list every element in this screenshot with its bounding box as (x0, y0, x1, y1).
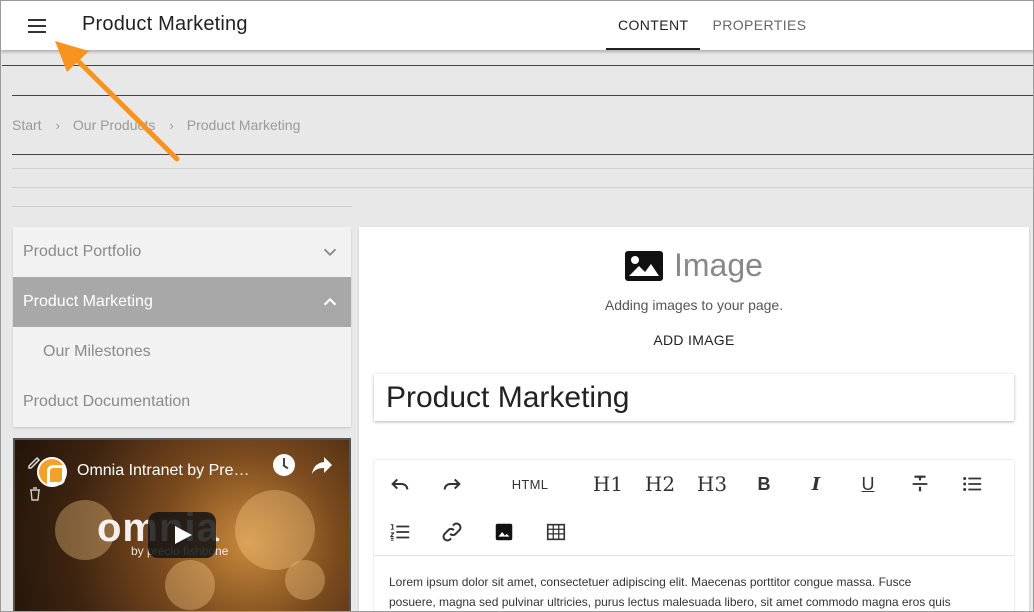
video-title[interactable]: Omnia Intranet by Pre… (77, 462, 250, 480)
image-block-title: Image (674, 247, 763, 283)
strikethrough-icon[interactable] (904, 468, 936, 500)
nav-item-label: Our Milestones (43, 343, 151, 360)
video-embed[interactable]: Omnia Intranet by Pre… omnia by precio f… (13, 438, 351, 611)
numbered-list-icon[interactable] (384, 516, 416, 548)
page-title-input[interactable]: Product Marketing (374, 374, 1014, 421)
editor-paragraph-line: Lorem ipsum dolor sit amet, consectetuer… (389, 575, 912, 589)
chevron-down-icon[interactable] (319, 241, 341, 263)
divider (12, 206, 352, 207)
breadcrumb-our-products[interactable]: Our Products (73, 117, 155, 133)
nav-item-product-portfolio[interactable]: Product Portfolio (13, 227, 351, 277)
bullet-list-icon[interactable] (956, 468, 988, 500)
italic-button[interactable]: I (800, 468, 832, 500)
underline-button[interactable]: U (852, 468, 884, 500)
divider (12, 95, 1033, 96)
left-navigation: Product Portfolio Product Marketing Our … (13, 227, 351, 427)
breadcrumb-start[interactable]: Start (12, 117, 42, 133)
tab-properties[interactable]: PROPERTIES (700, 1, 818, 50)
link-icon[interactable] (436, 516, 468, 548)
nav-item-label: Product Portfolio (23, 243, 142, 260)
content-panel: Image Adding images to your page. ADD IM… (359, 227, 1029, 611)
nav-item-our-milestones[interactable]: Our Milestones (13, 327, 351, 377)
nav-item-product-marketing[interactable]: Product Marketing (13, 277, 351, 327)
divider (2, 65, 1033, 66)
channel-logo (37, 457, 67, 487)
editor-content[interactable]: Lorem ipsum dolor sit amet, consectetuer… (389, 572, 1009, 611)
divider (12, 168, 1033, 169)
tab-bar: CONTENT PROPERTIES (606, 1, 818, 50)
hamburger-menu-icon[interactable] (26, 15, 50, 37)
app-window: Product Marketing CONTENT PROPERTIES Sta… (0, 0, 1034, 612)
watch-later-icon[interactable] (273, 454, 295, 476)
chevron-right-icon: › (169, 117, 174, 133)
chevron-up-icon[interactable] (319, 291, 341, 313)
play-button[interactable] (148, 512, 216, 558)
chevron-right-icon: › (55, 117, 60, 133)
undo-icon[interactable] (384, 468, 416, 500)
breadcrumb: Start › Our Products › Product Marketing (12, 117, 300, 133)
redo-icon[interactable] (436, 468, 468, 500)
add-image-button[interactable]: ADD IMAGE (359, 332, 1029, 348)
tab-content[interactable]: CONTENT (606, 1, 701, 50)
h1-button[interactable]: H1 (592, 468, 624, 500)
page-title: Product Marketing (82, 13, 248, 35)
image-block-description: Adding images to your page. (604, 297, 784, 313)
share-icon[interactable] (310, 454, 334, 476)
image-block-header: Image (624, 247, 763, 284)
editor-paragraph-line: posuere, magna sed pulvinar ultricies, p… (389, 595, 951, 609)
nav-item-label: Product Marketing (23, 293, 153, 310)
trash-icon[interactable] (27, 486, 43, 502)
editor-toolbar: HTML H1 H2 H3 B I U (374, 460, 1014, 556)
bold-button[interactable]: B (748, 468, 780, 500)
insert-image-icon[interactable] (488, 516, 520, 548)
divider (12, 154, 1033, 155)
h2-button[interactable]: H2 (644, 468, 676, 500)
breadcrumb-current: Product Marketing (186, 117, 301, 133)
rich-text-editor[interactable]: HTML H1 H2 H3 B I U Lorem ipsum dolor si… (374, 460, 1014, 611)
top-app-bar: Product Marketing CONTENT PROPERTIES (1, 1, 1033, 50)
image-icon (625, 250, 663, 281)
nav-item-product-documentation[interactable]: Product Documentation (13, 377, 351, 427)
table-icon[interactable] (540, 516, 572, 548)
html-button[interactable]: HTML (500, 468, 560, 500)
h3-button[interactable]: H3 (696, 468, 728, 500)
divider (12, 187, 1033, 188)
nav-item-label: Product Documentation (23, 393, 191, 410)
